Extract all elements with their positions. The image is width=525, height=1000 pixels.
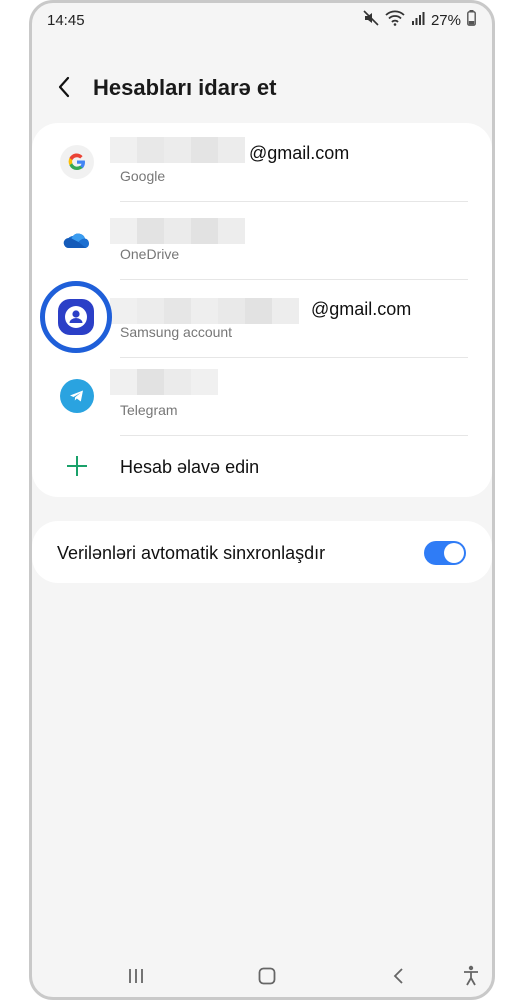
account-type: Samsung account [120, 324, 233, 340]
telegram-icon [60, 379, 94, 413]
account-type: Telegram [120, 402, 178, 418]
toggle-knob [444, 543, 464, 563]
account-type: Google [120, 168, 166, 184]
home-button[interactable] [252, 963, 282, 989]
redacted-email [110, 137, 245, 163]
wifi-icon [385, 10, 405, 31]
nav-back-button[interactable] [384, 963, 414, 989]
status-bar: 14:45 27% [32, 3, 492, 37]
navigation-bar [32, 953, 492, 997]
accessibility-button[interactable] [456, 963, 486, 989]
account-row-google[interactable]: @gmail.com Google [32, 123, 492, 201]
chevron-left-icon [58, 76, 70, 98]
recents-icon [129, 969, 143, 983]
auto-sync-label: Verilənləri avtomatik sinxronlaşdır [57, 543, 326, 563]
redacted-account-name [110, 218, 245, 244]
sync-card: Verilənləri avtomatik sinxronlaşdır [32, 521, 492, 583]
google-icon [60, 145, 94, 179]
status-icons: 27% [363, 9, 476, 31]
screen: 14:45 27% Hesabları idarə et @gmail.com … [32, 3, 492, 997]
plus-icon [66, 455, 88, 482]
onedrive-icon [60, 223, 94, 257]
accessibility-icon [464, 965, 478, 986]
header: Hesabları idarə et [32, 63, 492, 113]
back-icon [393, 968, 403, 984]
phone-frame: 14:45 27% Hesabları idarə et @gmail.com … [29, 0, 495, 1000]
auto-sync-toggle[interactable] [424, 541, 466, 565]
add-account-button[interactable]: Hesab əlavə edin [32, 435, 492, 495]
battery-percent: 27% [430, 11, 461, 29]
account-email: @gmail.com [249, 143, 350, 163]
redacted-account-name [110, 369, 218, 395]
home-icon [258, 967, 276, 985]
add-account-label: Hesab əlavə edin [120, 457, 260, 477]
battery-icon [467, 9, 476, 31]
back-button[interactable] [52, 73, 80, 101]
account-email: @gmail.com [311, 299, 412, 319]
account-row-telegram[interactable]: Telegram [32, 357, 492, 435]
account-row-onedrive[interactable]: OneDrive [32, 201, 492, 279]
recents-button[interactable] [121, 963, 151, 989]
page-title: Hesabları idarə et [93, 75, 277, 100]
account-type: OneDrive [120, 246, 180, 262]
samsung-account-icon [40, 281, 112, 353]
redacted-email [110, 298, 299, 324]
status-time: 14:45 [47, 12, 85, 29]
mute-icon [363, 9, 379, 31]
signal-icon [411, 11, 425, 30]
